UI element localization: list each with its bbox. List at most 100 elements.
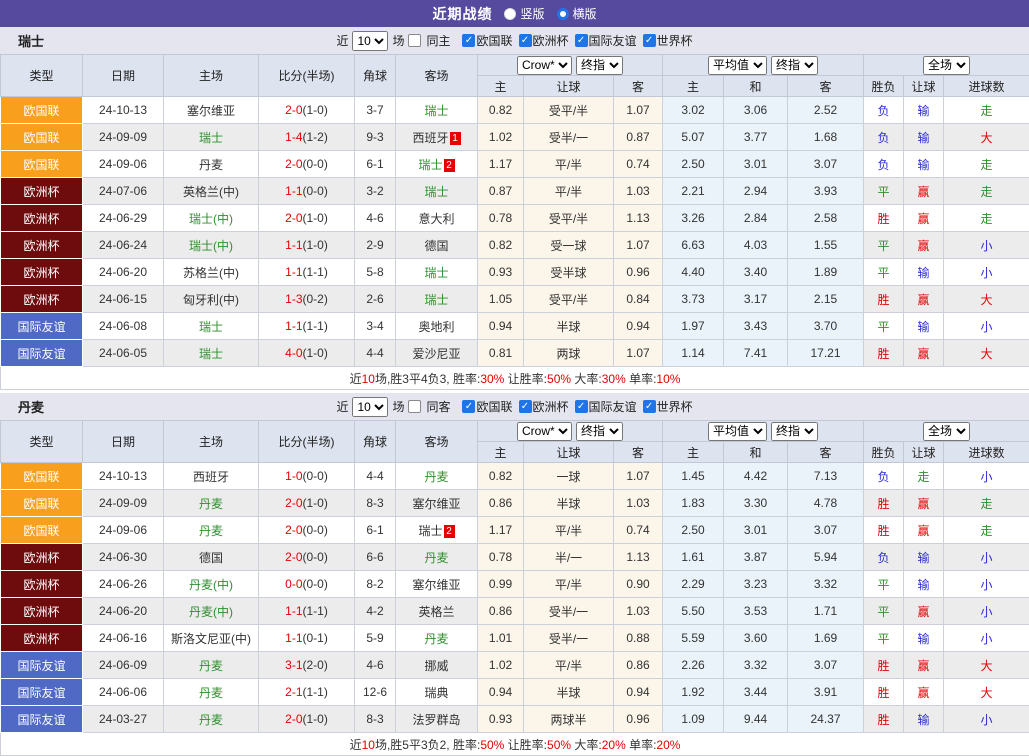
- match-row: 国际友谊24-06-05瑞士4-0(1-0)4-4爱沙尼亚0.81两球1.071…: [1, 340, 1029, 367]
- league-checkbox-1[interactable]: 欧洲杯: [519, 32, 569, 49]
- avg-away-cell: 5.94: [788, 544, 864, 571]
- date-cell: 24-09-09: [83, 490, 164, 517]
- goals-result-cell: 小: [944, 598, 1029, 625]
- final-odds-select[interactable]: 终指: [576, 422, 623, 441]
- home-team-cell: 丹麦(中): [164, 598, 259, 625]
- league-label[interactable]: 世界杯: [657, 398, 693, 415]
- league-label[interactable]: 欧洲杯: [533, 398, 569, 415]
- handicap-result-cell: 赢: [904, 340, 944, 367]
- avg-away-cell: 1.55: [788, 232, 864, 259]
- league-checkbox-2[interactable]: 国际友谊: [575, 398, 637, 415]
- league-label[interactable]: 欧国联: [476, 32, 512, 49]
- average-select[interactable]: 平均值: [708, 422, 767, 441]
- odds-handicap-cell: 半球: [524, 313, 614, 340]
- summary-segment: 10: [362, 372, 375, 386]
- league-label[interactable]: 世界杯: [657, 32, 693, 49]
- view-option-vertical[interactable]: 竖版: [504, 5, 544, 22]
- checkbox-icon[interactable]: [462, 34, 475, 47]
- league-checkbox-3[interactable]: 世界杯: [643, 32, 693, 49]
- score-cell: 1-0(0-0): [259, 463, 355, 490]
- type-cell: 欧洲杯: [1, 178, 83, 205]
- league-label[interactable]: 欧洲杯: [533, 32, 569, 49]
- team-label: 瑞士: [424, 266, 448, 280]
- checkbox-icon[interactable]: [462, 400, 475, 413]
- summary-segment: 50%: [547, 372, 571, 386]
- checkbox-icon[interactable]: [408, 34, 421, 47]
- same-venue-checkbox[interactable]: 同主: [408, 32, 450, 49]
- checkbox-icon[interactable]: [575, 400, 588, 413]
- score-cell: 2-0(1-0): [259, 706, 355, 733]
- average-select[interactable]: 平均值: [708, 56, 767, 75]
- odds-away-cell: 1.07: [614, 340, 663, 367]
- avg-final-odds-select[interactable]: 终指: [771, 56, 818, 75]
- team-label: 挪威: [424, 659, 448, 673]
- type-cell: 欧洲杯: [1, 205, 83, 232]
- league-checkbox-0[interactable]: 欧国联: [462, 32, 512, 49]
- checkbox-icon[interactable]: [575, 34, 588, 47]
- view-option-label[interactable]: 竖版: [520, 5, 544, 22]
- goals-result-cell: 大: [944, 679, 1029, 706]
- league-checkbox-3[interactable]: 世界杯: [643, 398, 693, 415]
- group-header: 平均值终指: [663, 421, 864, 442]
- odds-home-cell: 1.17: [478, 517, 524, 544]
- bookmaker-select[interactable]: Crow*: [517, 422, 572, 441]
- date-cell: 24-09-06: [83, 151, 164, 178]
- league-checkbox-0[interactable]: 欧国联: [462, 398, 512, 415]
- league-checkbox-2[interactable]: 国际友谊: [575, 32, 637, 49]
- league-label[interactable]: 欧国联: [476, 398, 512, 415]
- team-label: 塞尔维亚: [412, 578, 460, 592]
- sub-col-header: 让球: [904, 442, 944, 463]
- same-venue-label[interactable]: 同主: [426, 32, 450, 49]
- match-row: 欧国联24-10-13塞尔维亚2-0(1-0)3-7瑞士0.82受平/半1.07…: [1, 97, 1029, 124]
- final-odds-select[interactable]: 终指: [576, 56, 623, 75]
- score-cell: 2-0(1-0): [259, 205, 355, 232]
- same-venue-label[interactable]: 同客: [426, 398, 450, 415]
- avg-final-odds-select[interactable]: 终指: [771, 422, 818, 441]
- date-cell: 24-07-06: [83, 178, 164, 205]
- team-label: 瑞士: [424, 104, 448, 118]
- result-cell: 胜: [864, 340, 904, 367]
- full-match-select[interactable]: 全场: [923, 422, 970, 441]
- full-match-select[interactable]: 全场: [923, 56, 970, 75]
- avg-home-cell: 1.14: [663, 340, 724, 367]
- type-cell: 国际友谊: [1, 652, 83, 679]
- league-checkbox-1[interactable]: 欧洲杯: [519, 398, 569, 415]
- halftime-score: (0-0): [303, 550, 328, 564]
- odds-handicap-cell: 两球半: [524, 706, 614, 733]
- checkbox-icon[interactable]: [408, 400, 421, 413]
- handicap-result-cell: 赢: [904, 679, 944, 706]
- odds-handicap-cell: 受平/半: [524, 205, 614, 232]
- score-cell: 2-0(0-0): [259, 151, 355, 178]
- checkbox-icon[interactable]: [519, 34, 532, 47]
- summary-segment: 单率:: [626, 738, 657, 752]
- avg-draw-cell: 3.77: [724, 124, 788, 151]
- league-label[interactable]: 国际友谊: [589, 32, 637, 49]
- odds-handicap-cell: 受平/半: [524, 97, 614, 124]
- date-cell: 24-06-24: [83, 232, 164, 259]
- goals-result-cell: 大: [944, 340, 1029, 367]
- odds-handicap-cell: 半球: [524, 490, 614, 517]
- date-cell: 24-10-13: [83, 97, 164, 124]
- checkbox-icon[interactable]: [643, 34, 656, 47]
- match-count-select[interactable]: 10: [352, 31, 388, 51]
- match-row: 欧国联24-10-13西班牙1-0(0-0)4-4丹麦0.82一球1.071.4…: [1, 463, 1029, 490]
- checkbox-icon[interactable]: [643, 400, 656, 413]
- league-label[interactable]: 国际友谊: [589, 398, 637, 415]
- radio-icon-vertical[interactable]: [504, 8, 516, 20]
- result-cell: 平: [864, 178, 904, 205]
- bookmaker-select[interactable]: Crow*: [517, 56, 572, 75]
- avg-away-cell: 7.13: [788, 463, 864, 490]
- result-cell: 平: [864, 598, 904, 625]
- odds-home-cell: 0.82: [478, 463, 524, 490]
- avg-draw-cell: 3.32: [724, 652, 788, 679]
- goals-result-cell: 大: [944, 652, 1029, 679]
- match-count-select[interactable]: 10: [352, 397, 388, 417]
- type-cell: 欧洲杯: [1, 259, 83, 286]
- home-team-cell: 西班牙: [164, 463, 259, 490]
- view-option-label[interactable]: 横版: [573, 5, 597, 22]
- view-option-horizontal[interactable]: 横版: [557, 5, 597, 22]
- odds-home-cell: 0.86: [478, 598, 524, 625]
- same-venue-checkbox[interactable]: 同客: [408, 398, 450, 415]
- radio-icon-horizontal[interactable]: [557, 8, 569, 20]
- checkbox-icon[interactable]: [519, 400, 532, 413]
